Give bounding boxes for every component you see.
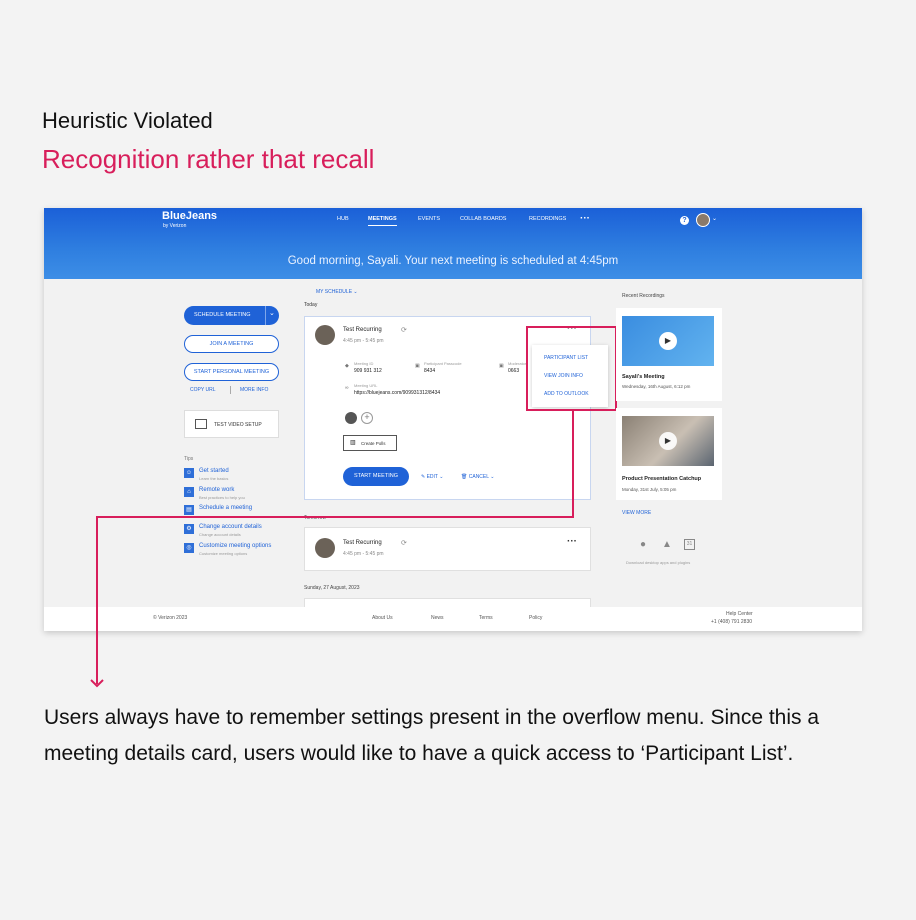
footer-link-terms[interactable]: Terms: [479, 615, 493, 621]
footer-link-news[interactable]: News: [431, 615, 444, 621]
meeting-time: 4:45 pm - 5:45 pm: [343, 551, 384, 557]
meeting-title: Test Recurring: [343, 327, 382, 333]
avatar[interactable]: [696, 213, 710, 227]
recording-thumbnail: ▶: [622, 316, 714, 366]
home-icon: ⌂: [184, 487, 194, 497]
my-schedule-filter[interactable]: MY SCHEDULE ⌄: [316, 289, 358, 295]
tag-icon: ◆: [345, 363, 349, 369]
avatar: [315, 538, 335, 558]
footer-link-about[interactable]: About Us: [372, 615, 393, 621]
more-info-link[interactable]: MORE INFO: [240, 387, 268, 393]
avatar: [315, 325, 335, 345]
play-icon: ▶: [659, 432, 677, 450]
nav-collab-boards[interactable]: COLLAB BOARDS: [460, 216, 506, 222]
link-icon: ∞: [345, 385, 349, 391]
tips-label: Tips: [184, 456, 194, 462]
meeting-id-label: Meeting ID: [354, 361, 374, 366]
cancel-button[interactable]: 🗑 CANCEL ⌄: [461, 474, 494, 480]
meeting-card: Test Recurring ⟳ 4:45 pm - 5:45 pm ···: [304, 527, 591, 571]
connector-line: [96, 516, 574, 518]
lock-icon: ▣: [499, 363, 504, 369]
copy-url-link[interactable]: COPY URL: [190, 387, 215, 393]
lock-icon: ▣: [415, 363, 420, 369]
start-meeting-button[interactable]: START MEETING: [343, 467, 409, 486]
nav-meetings[interactable]: MEETINGS: [368, 216, 397, 226]
heuristic-subtitle: Recognition rather that recall: [42, 144, 375, 174]
recording-thumbnail: ▶: [622, 416, 714, 466]
app-header: BlueJeans by Verizon HUB MEETINGS EVENTS…: [44, 208, 862, 279]
recurring-icon: ⟳: [401, 327, 407, 334]
meeting-time: 4:45 pm - 5:45 pm: [343, 338, 384, 344]
recording-card[interactable]: ▶ Product Presentation Catchup Monday, 3…: [616, 408, 722, 500]
meeting-title: Test Recurring: [343, 540, 382, 546]
play-icon: ▶: [659, 332, 677, 350]
recording-date: Monday, 31st July, 5:05 pm: [622, 487, 677, 492]
overflow-menu-icon[interactable]: ···: [567, 536, 577, 547]
chevron-down-icon: ⌄: [269, 310, 275, 317]
edit-button[interactable]: ✎ EDIT ⌄: [421, 474, 444, 480]
divider: [230, 386, 231, 394]
date-label: Sunday, 27 August, 2023: [304, 585, 360, 591]
help-icon[interactable]: ?: [680, 216, 689, 225]
apple-icon[interactable]: ●: [640, 539, 646, 550]
moderator-value: 0663: [508, 368, 520, 374]
settings-icon: ⚙: [184, 524, 194, 534]
add-participant-icon[interactable]: +: [361, 412, 373, 424]
passcode-label: Participant Passcode: [424, 361, 462, 366]
view-more-link[interactable]: VIEW MORE: [622, 510, 651, 516]
help-center-link[interactable]: Help Center: [726, 611, 753, 617]
schedule-meeting-button[interactable]: SCHEDULE MEETING ⌄: [184, 306, 279, 325]
app-logo[interactable]: BlueJeans: [162, 211, 217, 222]
start-personal-meeting-button[interactable]: START PERSONAL MEETING: [184, 363, 279, 381]
calendar-icon[interactable]: 31: [684, 539, 695, 550]
chevron-down-icon[interactable]: ⌄: [712, 215, 717, 222]
video-icon: [195, 419, 207, 429]
options-icon: ◎: [184, 543, 194, 553]
highlight-box: [526, 326, 617, 411]
nav-events[interactable]: EVENTS: [418, 216, 440, 222]
recent-recordings-label: Recent Recordings: [622, 293, 665, 299]
meeting-url-value[interactable]: https://bluejeans.com/909931312/8434: [354, 390, 440, 396]
app-footer: © Verizon 2023 About Us News Terms Polic…: [44, 607, 862, 631]
android-icon[interactable]: ▲: [662, 539, 672, 550]
nav-more-icon[interactable]: ···: [580, 213, 590, 224]
poll-icon: ▥: [350, 440, 356, 446]
participant-avatar: [345, 412, 357, 424]
meeting-id-value: 909 931 312: [354, 368, 382, 374]
recording-title: Product Presentation Catchup: [622, 476, 702, 482]
recording-title: Sayali's Meeting: [622, 374, 665, 380]
heuristic-title: Heuristic Violated: [42, 108, 213, 133]
join-meeting-button[interactable]: JOIN A MEETING: [184, 335, 279, 353]
footer-link-policy[interactable]: Policy: [529, 615, 542, 621]
greeting-text: Good morning, Sayali. Your next meeting …: [287, 255, 619, 267]
test-video-setup-button[interactable]: TEST VIDEO SETUP: [184, 410, 279, 438]
moderator-label: Moderator: [508, 361, 527, 366]
help-phone: +1 (408) 791 2830: [711, 619, 753, 625]
person-icon: ☺: [184, 468, 194, 478]
connector-line: [572, 411, 574, 518]
nav-recordings[interactable]: RECORDINGS: [529, 216, 566, 222]
create-polls-button[interactable]: ▥ Create Polls: [343, 435, 397, 451]
recurring-icon: ⟳: [401, 540, 407, 547]
nav-hub[interactable]: HUB: [337, 216, 349, 222]
download-text: Download desktop apps and plugins: [626, 560, 691, 565]
recording-card[interactable]: ▶ Sayali's Meeting Wednesday, 16th Augus…: [616, 308, 722, 401]
recording-date: Wednesday, 16th August, 6:12 pm: [622, 384, 691, 389]
connector-line: [96, 516, 98, 684]
app-screenshot: BlueJeans by Verizon HUB MEETINGS EVENTS…: [44, 208, 862, 631]
calendar-icon: ▤: [184, 505, 194, 515]
caption-text: Users always have to remember settings p…: [44, 706, 820, 765]
app-logo-sub: by Verizon: [163, 223, 187, 229]
copyright: © Verizon 2023: [153, 615, 188, 621]
passcode-value: 8434: [424, 368, 436, 374]
arrow-down-icon: [90, 679, 104, 688]
today-label: Today: [304, 302, 318, 308]
meeting-url-label: Meeting URL: [354, 383, 378, 388]
